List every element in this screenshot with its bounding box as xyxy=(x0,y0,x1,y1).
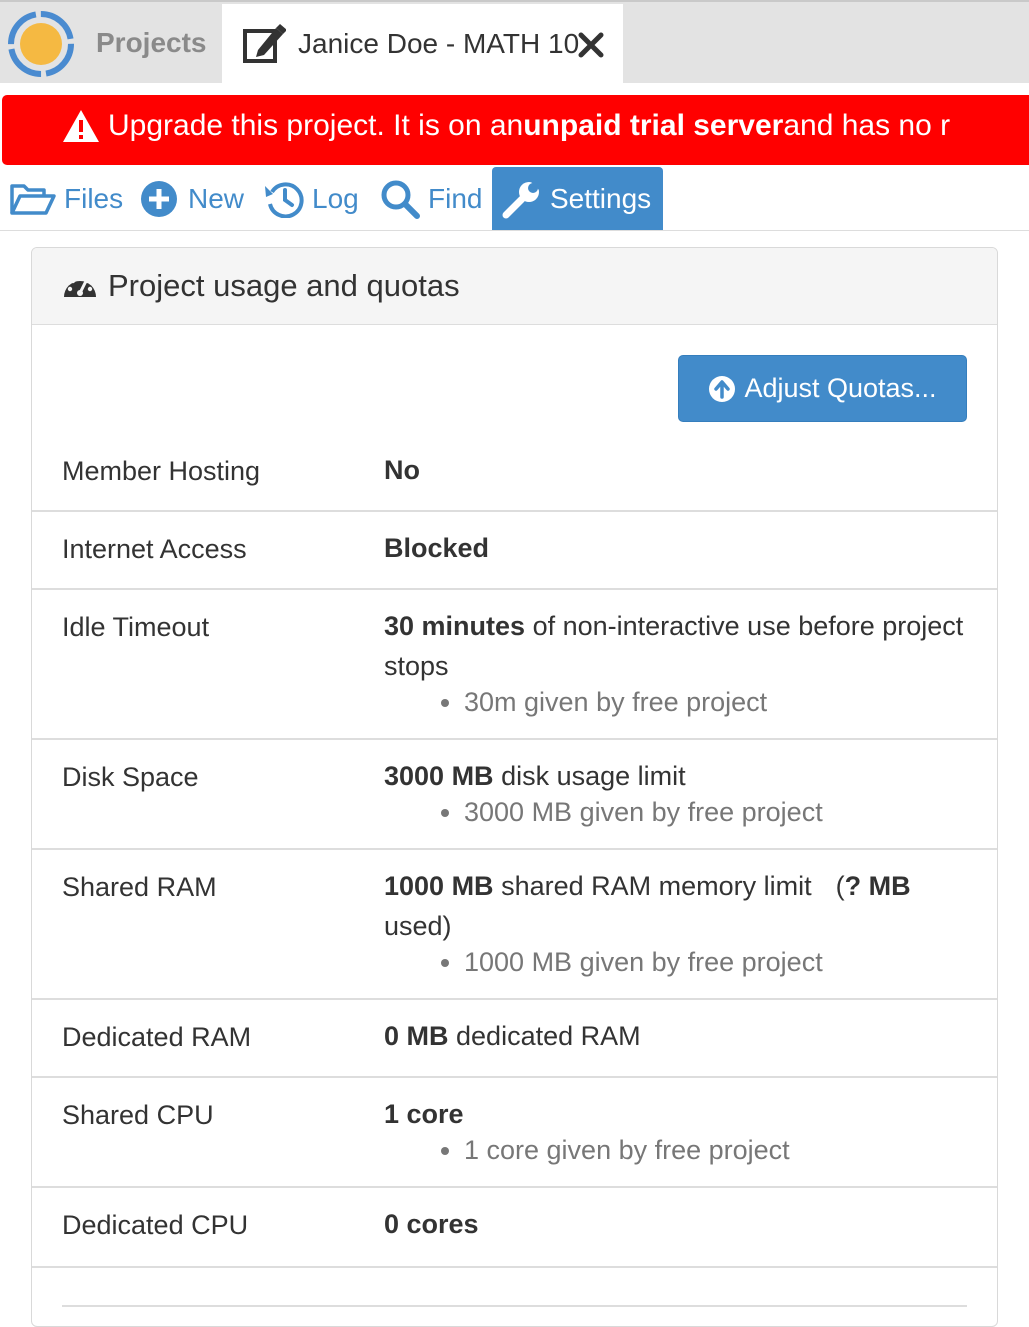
quota-value: Blocked xyxy=(384,528,974,568)
edit-icon xyxy=(243,24,286,63)
nav-files[interactable]: Files xyxy=(10,167,123,230)
projects-tab-label: Projects xyxy=(96,26,207,58)
quota-value: 1000 MB shared RAM memory limit (? MB use… xyxy=(384,866,974,978)
projects-tab[interactable]: Projects xyxy=(82,2,222,83)
quota-label: Internet Access xyxy=(62,534,247,564)
warning-icon xyxy=(63,110,99,142)
member-hosting-value: No xyxy=(384,455,420,485)
quota-detail-item: 30m given by free project xyxy=(464,686,974,718)
nav-settings-label: Settings xyxy=(550,182,652,214)
nav-find[interactable]: Find xyxy=(380,167,482,230)
banner-text-end: and has no r xyxy=(783,109,951,142)
dedicated-ram-bold: 0 MB xyxy=(384,1021,449,1051)
quota-detail-list: 3000 MB given by free project xyxy=(384,796,974,828)
dedicated-cpu-bold: 0 cores xyxy=(384,1209,479,1239)
quota-label: Member Hosting xyxy=(62,456,261,486)
quota-value: 1 core 1 core given by free project xyxy=(384,1094,974,1166)
top-tab-bar: Projects Janice Doe - MATH 10 xyxy=(0,0,1029,85)
quota-label: Disk Space xyxy=(62,762,199,792)
banner-text-start: Upgrade this project. It is on an xyxy=(108,109,524,142)
quota-detail-item: 1000 MB given by free project xyxy=(464,946,974,978)
close-icon[interactable] xyxy=(578,32,604,58)
search-icon xyxy=(381,180,420,219)
quota-label: Dedicated CPU xyxy=(62,1210,249,1240)
nav-new[interactable]: New xyxy=(140,167,244,230)
quota-row-dedicated-ram: Dedicated RAM 0 MB dedicated RAM xyxy=(32,1000,997,1078)
project-tab-active[interactable]: Janice Doe - MATH 10 xyxy=(222,4,623,85)
quota-row-dedicated-cpu: Dedicated CPU 0 cores xyxy=(32,1188,997,1266)
project-nav: Files New Log Find Settings xyxy=(0,167,1029,231)
shared-ram-used-open: ( xyxy=(835,871,845,901)
quota-detail-list: 30m given by free project xyxy=(384,686,974,718)
nav-new-label: New xyxy=(188,182,245,214)
internet-access-value: Blocked xyxy=(384,533,490,563)
quota-detail-list: 1 core given by free project xyxy=(384,1134,974,1166)
dedicated-ram-text: dedicated RAM xyxy=(448,1021,641,1051)
adjust-quotas-button[interactable]: Adjust Quotas... xyxy=(678,355,967,422)
quota-label: Idle Timeout xyxy=(62,612,210,642)
plus-circle-icon xyxy=(141,180,177,217)
quota-value: 30 minutes of non-interactive use before… xyxy=(384,606,974,718)
quota-detail-item: 1 core given by free project xyxy=(464,1134,974,1166)
nav-log[interactable]: Log xyxy=(264,167,359,230)
quota-label: Shared RAM xyxy=(62,872,217,902)
quota-value: No xyxy=(384,450,974,490)
row-divider xyxy=(32,1266,997,1268)
nav-find-label: Find xyxy=(428,182,483,214)
shared-ram-text: shared RAM memory limit xyxy=(493,871,812,901)
adjust-quotas-label: Adjust Quotas... xyxy=(744,373,937,403)
quota-row-shared-ram: Shared RAM 1000 MB shared RAM memory lim… xyxy=(32,850,997,1000)
shared-cpu-bold: 1 core xyxy=(384,1099,464,1129)
wrench-icon xyxy=(502,181,540,218)
quota-value: 0 cores xyxy=(384,1204,974,1244)
nav-settings[interactable]: Settings xyxy=(492,167,663,230)
quota-label: Dedicated RAM xyxy=(62,1022,252,1052)
arrow-circle-up-icon xyxy=(709,375,736,402)
shared-ram-bold: 1000 MB xyxy=(384,871,494,901)
upgrade-banner[interactable]: Upgrade this project. It is on an unpaid… xyxy=(2,95,1029,165)
quota-value: 3000 MB disk usage limit 3000 MB given b… xyxy=(384,756,974,828)
quota-row-shared-cpu: Shared CPU 1 core 1 core given by free p… xyxy=(32,1078,997,1188)
idle-timeout-bold: 30 minutes xyxy=(384,611,526,641)
quota-row-disk-space: Disk Space 3000 MB disk usage limit 3000… xyxy=(32,740,997,850)
quota-row-idle-timeout: Idle Timeout 30 minutes of non-interacti… xyxy=(32,590,997,740)
nav-log-label: Log xyxy=(312,182,359,214)
cocalc-logo-icon[interactable] xyxy=(5,8,77,80)
quota-row-member-hosting: Member Hosting No xyxy=(32,442,997,512)
quota-row-internet-access: Internet Access Blocked xyxy=(32,512,997,590)
folder-open-icon xyxy=(10,183,56,215)
quota-detail-item: 3000 MB given by free project xyxy=(464,796,974,828)
disk-space-bold: 3000 MB xyxy=(384,761,494,791)
panel-heading: Project usage and quotas xyxy=(32,248,997,325)
quota-label: Shared CPU xyxy=(62,1100,214,1130)
bottom-divider xyxy=(62,1305,967,1307)
panel-title: Project usage and quotas xyxy=(108,268,460,303)
shared-ram-used-close: used) xyxy=(384,911,452,941)
disk-space-text: disk usage limit xyxy=(493,761,686,791)
banner-text-bold: unpaid trial server xyxy=(523,109,784,142)
project-tab-label: Janice Doe - MATH 10 xyxy=(298,28,580,59)
quota-value: 0 MB dedicated RAM xyxy=(384,1016,974,1056)
quota-detail-list: 1000 MB given by free project xyxy=(384,946,974,978)
usage-quotas-panel: Project usage and quotas Adjust Quotas..… xyxy=(31,247,998,1327)
nav-files-label: Files xyxy=(64,182,124,214)
history-icon xyxy=(265,181,304,218)
shared-ram-used-bold: ? MB xyxy=(844,871,911,901)
dashboard-icon xyxy=(64,275,96,297)
